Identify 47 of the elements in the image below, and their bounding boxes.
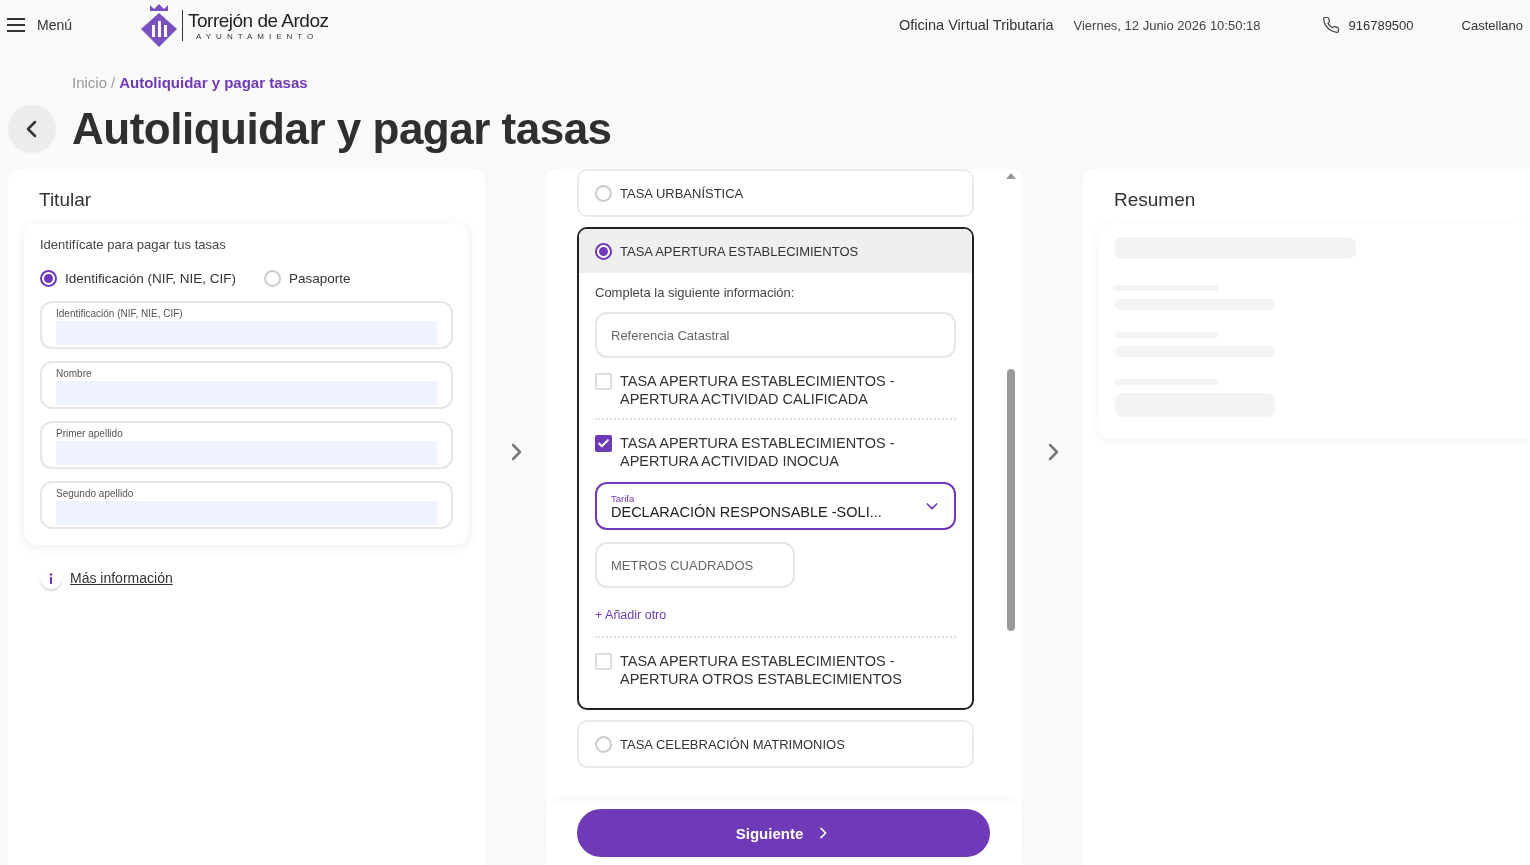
scroll-up-arrow-icon[interactable]	[1006, 172, 1016, 179]
tax-option-label: TASA URBANÍSTICA	[620, 185, 744, 201]
radio-label: Pasaporte	[289, 271, 351, 286]
scrollbar-thumb[interactable]	[1007, 369, 1015, 631]
text-field[interactable]: Identificación (NIF, NIE, CIF)	[40, 301, 453, 349]
panel-title: Titular	[39, 189, 93, 211]
radio-button[interactable]	[595, 242, 612, 260]
date-time: Viernes, 12 Junio 2026 10:50:18	[1073, 17, 1261, 33]
radio-button[interactable]	[40, 270, 57, 287]
breadcrumb-link[interactable]: Autoliquidar y pagar tasas	[119, 74, 308, 91]
tax-option-header[interactable]: TASA URBANÍSTICA	[579, 171, 972, 215]
tax-option-header[interactable]: TASA CELEBRACIÓN MATRIMONIOS	[579, 722, 972, 766]
office-name: Oficina Virtual Tributaria	[899, 17, 1054, 33]
square-meters-field[interactable]: METROS CUADRADOS	[595, 542, 795, 588]
tariff-select[interactable]: Tarifa DECLARACIÓN RESPONSABLE -SOLI...	[595, 482, 956, 530]
logo-subtitle: AYUNTAMIENTO	[195, 31, 320, 41]
back-button[interactable]	[8, 105, 56, 153]
text-field[interactable]: Primer apellido	[40, 421, 453, 469]
tax-option-label: TASA APERTURA ESTABLECIMIENTOS	[620, 243, 859, 259]
checkbox-label: TASA APERTURA ESTABLECIMIENTOS - APERTURA ACTIVIDAD INOCUA	[620, 434, 896, 470]
text-field[interactable]: Nombre	[40, 361, 453, 409]
breadcrumb-separator: /	[111, 74, 116, 91]
checkbox[interactable]	[595, 653, 612, 670]
panel-title: Resumen	[1114, 189, 1197, 211]
tax-option-header[interactable]: TASA APERTURA ESTABLECIMIENTOS	[579, 229, 972, 273]
add-another-link[interactable]: + Añadir otro	[595, 608, 667, 622]
checkbox[interactable]	[595, 373, 612, 390]
cadastral-reference-field[interactable]: Referencia Catastral	[595, 312, 956, 358]
menu-button[interactable]: Menú	[7, 17, 73, 33]
menu-icon	[7, 18, 25, 32]
tax-option-label: TASA CELEBRACIÓN MATRIMONIOS	[620, 736, 845, 752]
intro-text: Identifícate para pagar tus tasas	[40, 237, 227, 252]
radio-label: Identificación (NIF, NIE, CIF)	[65, 271, 237, 286]
checkbox[interactable]	[595, 435, 612, 452]
next-button[interactable]: Siguiente	[577, 809, 990, 857]
page-title: Autoliquidar y pagar tasas	[72, 104, 612, 154]
checkmark-icon	[597, 437, 610, 450]
language-selector[interactable]: Castellano	[1461, 17, 1523, 33]
more-info-link[interactable]: Más información	[70, 570, 173, 586]
checkbox-label: TASA APERTURA ESTABLECIMIENTOS - APERTURA OTROS ESTABLECIMIENTOS	[620, 652, 903, 688]
checkbox-label: TASA APERTURA ESTABLECIMIENTOS - APERTURA ACTIVIDAD CALIFICADA	[620, 372, 896, 408]
text-field[interactable]: Segundo apellido	[40, 481, 453, 529]
phone-link[interactable]: 916789500	[1322, 16, 1414, 34]
logo-name: Torrejón de Ardoz	[188, 9, 329, 32]
phone-icon	[1322, 16, 1341, 34]
coat-of-arms-logo-icon	[140, 1, 179, 49]
instruction-text: Completa la siguiente información:	[595, 285, 796, 300]
